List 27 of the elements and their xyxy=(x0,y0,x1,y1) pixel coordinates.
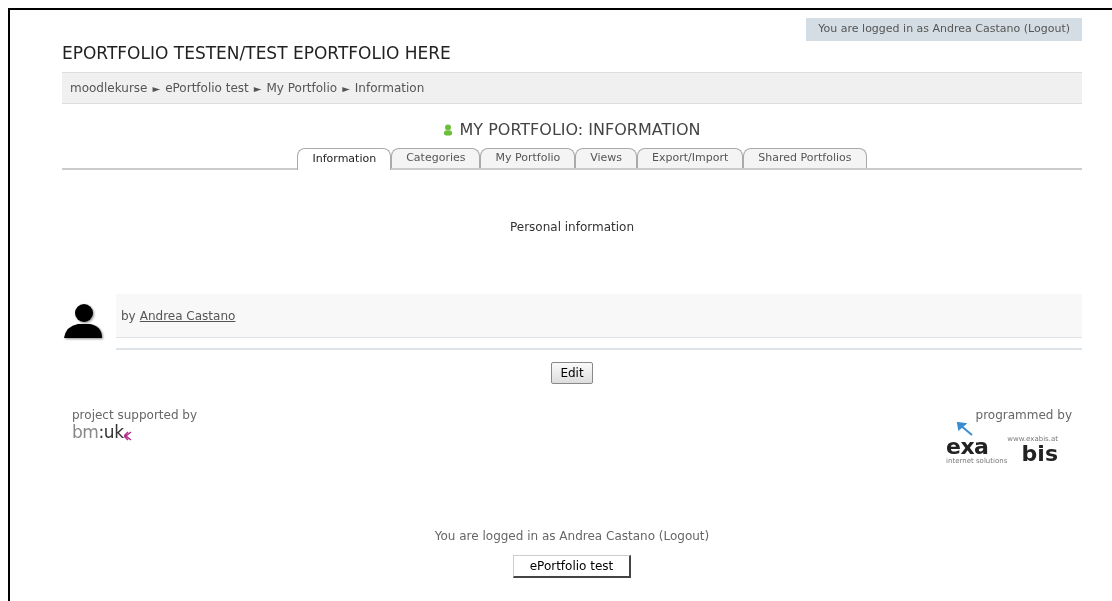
programmed-label: programmed by xyxy=(975,407,1072,424)
tab[interactable]: Export/Import xyxy=(637,148,744,168)
breadcrumb-link[interactable]: My Portfolio xyxy=(266,79,338,97)
login-info: You are logged in as Andrea Castano (Logout) xyxy=(433,528,711,545)
avatar-silhouette-icon xyxy=(62,302,104,340)
tab[interactable]: Views xyxy=(575,148,638,168)
bmuk-logo: bm:uk xyxy=(72,424,198,441)
breadcrumb-link[interactable]: ePortfolio test xyxy=(165,79,249,97)
edit-button[interactable]: Edit xyxy=(551,362,593,384)
breadcrumb-link[interactable]: Information xyxy=(354,79,425,97)
course-button[interactable]: ePortfolio test xyxy=(512,555,632,578)
author-link[interactable]: Andrea Castano xyxy=(139,306,236,325)
tab[interactable]: Shared Portfolios xyxy=(743,148,867,168)
page-heading: MY PORTFOLIO: INFORMATION xyxy=(459,119,701,141)
user-icon xyxy=(443,124,454,136)
tab[interactable]: Categories xyxy=(391,148,481,168)
section-title: Personal information xyxy=(508,219,636,236)
tab[interactable]: My Portfolio xyxy=(480,148,576,168)
breadcrumb-separator: ► xyxy=(152,81,161,96)
supported-label: project supported by xyxy=(72,407,198,424)
tab[interactable]: Information xyxy=(297,148,392,170)
breadcrumb-separator: ► xyxy=(342,81,350,96)
author-prefix: by xyxy=(121,307,136,325)
site-title: EPORTFOLIO TESTEN/TEST EPORTFOLIO HERE xyxy=(62,41,452,65)
breadcrumb-link[interactable]: moodlekurse xyxy=(70,79,148,97)
breadcrumb-separator: ► xyxy=(253,81,262,96)
login-info: You are logged in as Andrea Castano (Logout) xyxy=(806,18,1082,41)
